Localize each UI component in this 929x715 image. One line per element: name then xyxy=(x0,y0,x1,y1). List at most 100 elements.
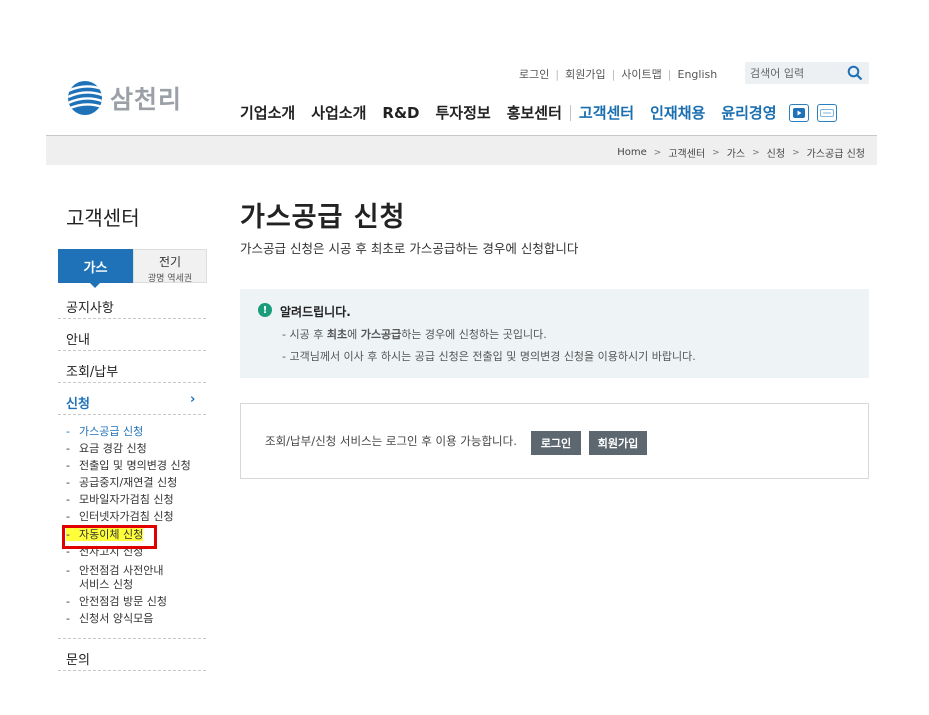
notice-emphasis: 최초 xyxy=(326,328,348,341)
nav-pr[interactable]: 홍보센터 xyxy=(507,102,562,123)
search-input[interactable] xyxy=(745,62,841,84)
youtube-icon[interactable] xyxy=(788,103,809,122)
notice-emphasis: 가스공급 xyxy=(360,328,402,341)
submenu-label: 안전점검 방문 신청 xyxy=(79,595,167,608)
submenu-label: 신청서 양식모음 xyxy=(79,612,154,625)
chevron-right-icon: > xyxy=(653,147,662,158)
notice-box: ! 알려드립니다. - 시공 후 최초에 가스공급하는 경우에 신청하는 곳입니… xyxy=(240,289,869,378)
brand-logo[interactable]: 삼천리 xyxy=(66,78,182,118)
lnb-item-inquiry-payment[interactable]: 조회/납부 xyxy=(66,361,206,380)
join-button[interactable]: 회원가입 xyxy=(589,431,647,455)
breadcrumb-bar: Home > 고객센터 > 가스 > 신청 > 가스공급 신청 xyxy=(46,135,877,165)
search-box xyxy=(745,62,869,84)
submenu-suspend-reconnect[interactable]: - 공급중지/재연결 신청 xyxy=(66,476,177,490)
callout-box xyxy=(62,525,157,549)
submenu-label: 공급중지/재연결 신청 xyxy=(79,476,178,489)
util-sitemap-link[interactable]: 사이트맵 xyxy=(621,66,661,82)
lnb-item-contact[interactable]: 문의 xyxy=(66,649,206,668)
submenu-internet-meter[interactable]: - 인터넷자가검침 신청 xyxy=(66,510,174,524)
page-title: 가스공급 신청 xyxy=(240,202,406,233)
nav-ethics[interactable]: 윤리경영 xyxy=(721,102,776,123)
breadcrumb-home[interactable]: Home xyxy=(617,147,647,158)
login-required-message: 조회/납부/신청 서비스는 로그인 후 이용 가능합니다. xyxy=(265,434,517,448)
submenu-label: 요금 경감 신청 xyxy=(79,442,147,455)
submenu-label: 인터넷자가검침 신청 xyxy=(79,510,174,523)
login-button[interactable]: 로그인 xyxy=(531,431,581,455)
submenu-label: 전출입 및 명의변경 신청 xyxy=(79,459,191,472)
nav-company[interactable]: 기업소개 xyxy=(240,102,295,123)
notice-text: 에 xyxy=(347,328,361,341)
tab-electric-label: 전기 xyxy=(158,255,182,269)
divider: | xyxy=(555,67,560,81)
login-required-box: 조회/납부/신청 서비스는 로그인 후 이용 가능합니다. 로그인 회원가입 xyxy=(240,403,869,479)
divider xyxy=(58,382,206,383)
divider xyxy=(58,670,206,671)
divider: | xyxy=(611,67,616,81)
blog-icon[interactable] xyxy=(816,103,837,122)
tab-electric-sublabel: 광명 역세권 xyxy=(147,274,193,284)
submenu-mobile-meter[interactable]: - 모바일자가검침 신청 xyxy=(66,493,174,507)
lnb-item-guide[interactable]: 안내 xyxy=(66,329,206,348)
submenu-forms[interactable]: - 신청서 양식모음 xyxy=(66,612,153,626)
page-description: 가스공급 신청은 시공 후 최초로 가스공급하는 경우에 신청합니다 xyxy=(240,241,579,256)
lnb-item-apply[interactable]: 신청 xyxy=(66,393,206,412)
chevron-right-icon: > xyxy=(792,147,800,158)
breadcrumb-customer[interactable]: 고객센터 xyxy=(668,145,705,160)
lnb-title: 고객센터 xyxy=(66,206,140,230)
bullet: - xyxy=(66,595,70,608)
utility-links: 로그인 | 회원가입 | 사이트맵 | English xyxy=(519,66,717,82)
logo-globe-icon xyxy=(68,81,102,115)
nav-divider xyxy=(569,104,571,121)
bullet: - xyxy=(66,493,70,506)
breadcrumb: Home > 고객센터 > 가스 > 신청 > 가스공급 신청 xyxy=(617,145,865,160)
submenu-fee-reduction[interactable]: - 요금 경감 신청 xyxy=(66,442,147,456)
chevron-right-icon: > xyxy=(712,147,720,158)
divider: | xyxy=(667,67,672,81)
main-nav: 기업소개 사업소개 R&D 투자정보 홍보센터 고객센터 인재채용 윤리경영 xyxy=(240,102,837,123)
search-icon[interactable] xyxy=(847,65,863,81)
submenu-safety-notice-cont[interactable]: 서비스 신청 xyxy=(66,578,133,592)
notice-title: 알려드립니다. xyxy=(280,305,351,319)
breadcrumb-current: 가스공급 신청 xyxy=(806,149,865,160)
lnb-tabs: 가스 전기 광명 역세권 xyxy=(58,249,207,288)
divider xyxy=(58,638,206,639)
util-english-link[interactable]: English xyxy=(678,68,718,81)
submenu-label: 가스공급 신청 xyxy=(79,425,144,438)
submenu-safety-visit[interactable]: - 안전점검 방문 신청 xyxy=(66,595,167,609)
bullet: - xyxy=(66,425,70,438)
chevron-right-icon: › xyxy=(190,392,196,407)
tab-electric[interactable]: 전기 광명 역세권 xyxy=(133,249,207,284)
sns-links xyxy=(788,103,837,122)
notice-text: - 시공 후 xyxy=(282,328,327,341)
breadcrumb-apply[interactable]: 신청 xyxy=(767,145,785,160)
bullet: - xyxy=(66,564,70,577)
util-join-link[interactable]: 회원가입 xyxy=(565,66,605,82)
divider xyxy=(58,414,206,415)
submenu-safety-notice[interactable]: - 안전점검 사전안내 xyxy=(66,564,163,578)
divider xyxy=(58,350,206,351)
exclamation-icon: ! xyxy=(258,303,272,317)
notice-line-2: - 고객님께서 이사 후 하시는 공급 신청은 전출입 및 명의변경 신청을 이… xyxy=(282,350,696,363)
nav-rnd[interactable]: R&D xyxy=(382,104,419,122)
notice-line-1: - 시공 후 최초에 가스공급하는 경우에 신청하는 곳입니다. xyxy=(282,326,547,342)
bullet: - xyxy=(66,510,70,523)
util-login-link[interactable]: 로그인 xyxy=(519,66,549,82)
brand-name: 삼천리 xyxy=(110,85,183,114)
nav-business[interactable]: 사업소개 xyxy=(311,102,366,123)
lnb-item-notice[interactable]: 공지사항 xyxy=(66,297,206,316)
chevron-right-icon: > xyxy=(752,147,760,158)
divider xyxy=(58,318,206,319)
bullet: - xyxy=(66,442,70,455)
nav-customer[interactable]: 고객센터 xyxy=(579,102,634,123)
bullet: - xyxy=(66,459,70,472)
bullet: - xyxy=(66,476,70,489)
bullet: - xyxy=(66,612,70,625)
submenu-move-transfer[interactable]: - 전출입 및 명의변경 신청 xyxy=(66,459,191,473)
notice-text: 하는 경우에 신청하는 곳입니다. xyxy=(401,328,547,341)
nav-investor[interactable]: 투자정보 xyxy=(436,102,491,123)
breadcrumb-gas[interactable]: 가스 xyxy=(727,145,745,160)
submenu-label: 모바일자가검침 신청 xyxy=(79,493,174,506)
submenu-gas-supply[interactable]: - 가스공급 신청 xyxy=(66,425,143,439)
nav-recruit[interactable]: 인재채용 xyxy=(650,102,705,123)
tab-gas[interactable]: 가스 xyxy=(58,249,133,288)
